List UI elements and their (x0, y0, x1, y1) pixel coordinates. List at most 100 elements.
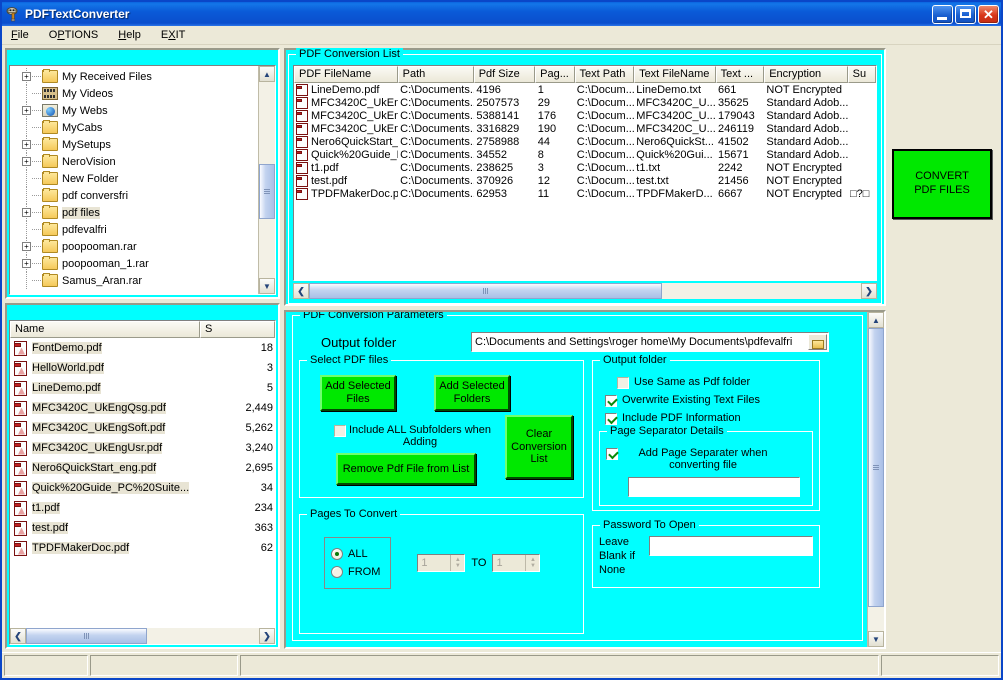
file-list-item[interactable]: FontDemo.pdf18 (10, 338, 275, 358)
conversion-col-7[interactable]: Encryption (764, 66, 847, 83)
page-separator-checkbox[interactable] (606, 448, 618, 460)
tree-node[interactable]: My Videos (10, 85, 258, 102)
file-list-item[interactable]: MFC3420C_UkEngQsg.pdf2,449 (10, 398, 275, 418)
file-list-item[interactable]: test.pdf363 (10, 518, 275, 538)
conversion-list-row[interactable]: TPDFMakerDoc.pdfC:\Documents...6295311C:… (294, 187, 876, 200)
clv-scroll-track[interactable] (309, 283, 861, 299)
expand-plus-icon[interactable]: + (22, 259, 31, 268)
conversion-list-row[interactable]: t1.pdfC:\Documents...2386253C:\Docum...t… (294, 161, 876, 174)
include-subfolders-checkbox[interactable] (334, 425, 346, 437)
file-list-item[interactable]: LineDemo.pdf5 (10, 378, 275, 398)
expand-plus-icon[interactable]: + (22, 242, 31, 251)
pages-from-spinner[interactable]: 1 ▲▼ (417, 554, 465, 572)
file-list-item[interactable]: Nero6QuickStart_eng.pdf2,695 (10, 458, 275, 478)
conversion-col-1[interactable]: Path (398, 66, 474, 83)
tree-scroll-up-button[interactable]: ▲ (259, 66, 275, 82)
tree-scroll-thumb[interactable] (259, 164, 275, 219)
tree-node[interactable]: pdfevalfri (10, 221, 258, 238)
clv-scroll-thumb[interactable] (309, 283, 662, 299)
conversion-col-4[interactable]: Text Path (575, 66, 635, 83)
expand-plus-icon[interactable]: + (22, 208, 31, 217)
parameters-vscrollbar[interactable]: ▲ ▼ (867, 312, 884, 647)
conversion-col-2[interactable]: Pdf Size (474, 66, 535, 83)
conversion-col-6[interactable]: Text ... (716, 66, 765, 83)
browse-folder-button[interactable] (808, 334, 827, 350)
folder-tree-list[interactable]: +My Received FilesMy Videos+My WebsMyCab… (10, 66, 258, 294)
output-folder-value[interactable]: C:\Documents and Settings\roger home\My … (472, 333, 807, 351)
tree-node[interactable]: Samus_Aran.rar (10, 272, 258, 289)
menu-item-options[interactable]: OPTIONS (46, 28, 102, 42)
tree-node[interactable]: +NeroVision (10, 153, 258, 170)
conversion-list-row[interactable]: Quick%20Guide_P...C:\Documents...345528C… (294, 148, 876, 161)
menu-item-exit[interactable]: EXIT (158, 28, 188, 42)
output-option-checkbox[interactable] (617, 377, 629, 389)
file-list-rows[interactable]: FontDemo.pdf18HelloWorld.pdf3LineDemo.pd… (10, 338, 275, 628)
clv-scroll-right-button[interactable]: ❯ (861, 283, 877, 299)
pages-to-spinner[interactable]: 1 ▲▼ (492, 554, 540, 572)
conversion-list-row[interactable]: MFC3420C_UkEn...C:\Documents...331682919… (294, 122, 876, 135)
tree-node[interactable]: +My Webs (10, 102, 258, 119)
conversion-list-hscrollbar[interactable]: ❮ ❯ (293, 283, 877, 299)
pages-to-spin-buttons[interactable]: ▲▼ (525, 555, 539, 571)
tree-node[interactable]: +My Received Files (10, 68, 258, 85)
tree-node[interactable]: +poopooman_1.rar (10, 255, 258, 272)
minimize-button[interactable] (932, 5, 953, 24)
expand-plus-icon[interactable]: + (22, 106, 31, 115)
output-option-checkbox[interactable] (605, 395, 617, 407)
tree-node[interactable]: +poopooman.rar (10, 238, 258, 255)
tree-scroll-track[interactable] (259, 82, 275, 278)
pages-from-value[interactable]: 1 (418, 555, 450, 571)
conversion-list-row[interactable]: test.pdfC:\Documents...37092612C:\Docum.… (294, 174, 876, 187)
file-scroll-right-button[interactable]: ❯ (259, 628, 275, 644)
clear-conversion-list-button[interactable]: Clear Conversion List (505, 415, 573, 479)
file-list-item[interactable]: MFC3420C_UkEngSoft.pdf5,262 (10, 418, 275, 438)
tree-node[interactable]: MyCabs (10, 119, 258, 136)
conversion-col-3[interactable]: Pag... (535, 66, 574, 83)
convert-pdf-files-button[interactable]: CONVERT PDF FILES (892, 149, 992, 219)
output-folder-field[interactable]: C:\Documents and Settings\roger home\My … (471, 332, 829, 352)
params-scroll-down-button[interactable]: ▼ (868, 631, 884, 647)
file-list-item[interactable]: HelloWorld.pdf3 (10, 358, 275, 378)
conversion-list-row[interactable]: MFC3420C_UkEn...C:\Documents...250757329… (294, 96, 876, 109)
remove-pdf-file-button[interactable]: Remove Pdf File from List (336, 453, 476, 485)
conversion-col-0[interactable]: PDF FileName (294, 66, 398, 83)
password-input[interactable] (649, 536, 813, 556)
conversion-list-row[interactable]: MFC3420C_UkEn...C:\Documents...538814117… (294, 109, 876, 122)
folder-tree-vscrollbar[interactable]: ▲ ▼ (258, 66, 275, 294)
conversion-list-row[interactable]: Nero6QuickStart_...C:\Documents...275898… (294, 135, 876, 148)
pages-from-radio[interactable] (331, 566, 343, 578)
file-col-name[interactable]: Name (10, 321, 200, 338)
tree-node[interactable]: New Folder (10, 170, 258, 187)
file-list-item[interactable]: t1.pdf234 (10, 498, 275, 518)
tree-scroll-down-button[interactable]: ▼ (259, 278, 275, 294)
file-list-item[interactable]: Quick%20Guide_PC%20Suite...34 (10, 478, 275, 498)
file-list-item[interactable]: TPDFMakerDoc.pdf62 (10, 538, 275, 558)
add-selected-folders-button[interactable]: Add Selected Folders (434, 375, 510, 411)
expand-plus-icon[interactable]: + (22, 140, 31, 149)
file-col-size[interactable]: S (200, 321, 275, 338)
output-option-row[interactable]: Overwrite Existing Text Files (599, 394, 813, 407)
expand-plus-icon[interactable]: + (22, 157, 31, 166)
maximize-button[interactable] (955, 5, 976, 24)
close-button[interactable]: ✕ (978, 5, 999, 24)
menu-item-help[interactable]: Help (115, 28, 144, 42)
add-selected-files-button[interactable]: Add Selected Files (320, 375, 396, 411)
output-option-row[interactable]: Include PDF Information (599, 412, 813, 425)
file-scroll-thumb[interactable] (26, 628, 147, 644)
expand-plus-icon[interactable]: + (22, 72, 31, 81)
tree-node[interactable]: +pdf files (10, 204, 258, 221)
params-scroll-track[interactable] (868, 328, 884, 631)
pages-from-radio-row[interactable]: FROM (331, 566, 380, 578)
pages-from-spin-buttons[interactable]: ▲▼ (450, 555, 464, 571)
pages-to-value[interactable]: 1 (493, 555, 525, 571)
output-option-checkbox[interactable] (605, 413, 617, 425)
params-scroll-thumb[interactable] (868, 328, 884, 607)
file-scroll-left-button[interactable]: ❮ (10, 628, 26, 644)
file-list-hscrollbar[interactable]: ❮ ❯ (10, 628, 275, 644)
tree-node[interactable]: pdf conversfri (10, 187, 258, 204)
tree-node[interactable]: +MySetups (10, 136, 258, 153)
conversion-list-rows[interactable]: LineDemo.pdfC:\Documents...41961C:\Docum… (294, 83, 876, 280)
menu-item-file[interactable]: File (8, 28, 32, 42)
conversion-col-8[interactable]: Su (848, 66, 876, 83)
file-list-item[interactable]: MFC3420C_UkEngUsr.pdf3,240 (10, 438, 275, 458)
